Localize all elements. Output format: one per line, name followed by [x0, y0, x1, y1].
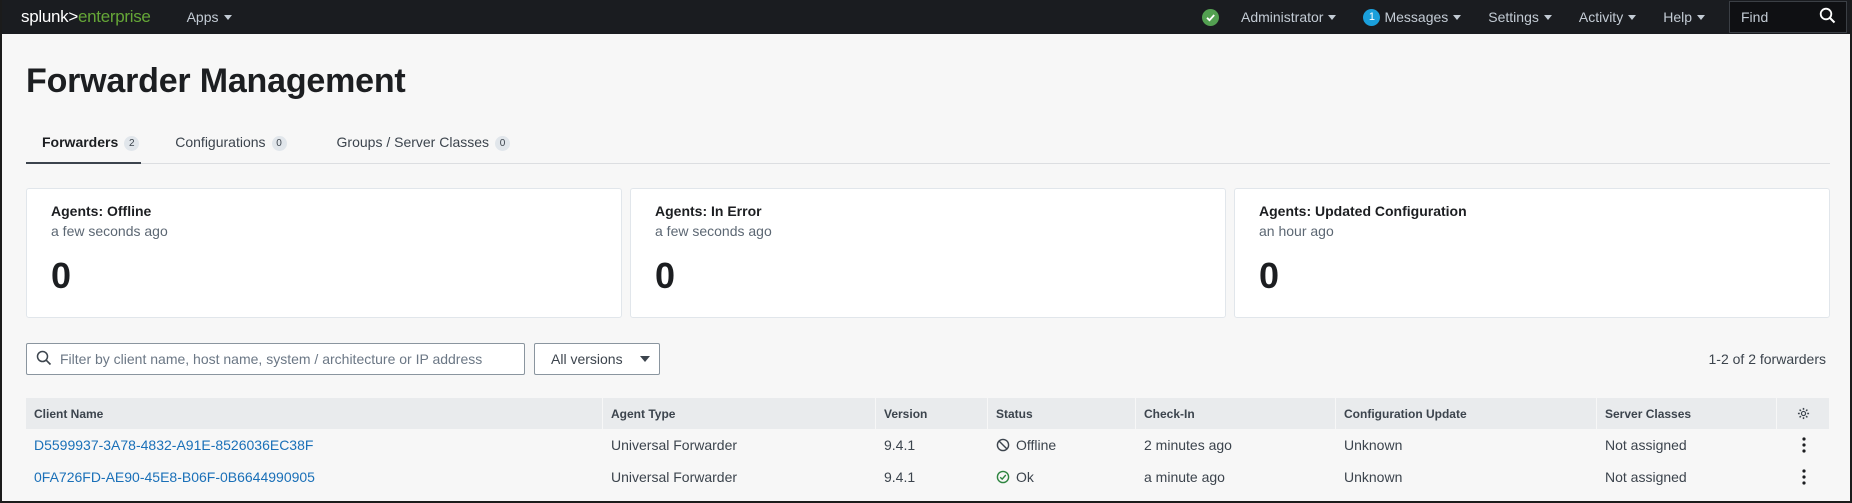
client-name-cell: D5599937-3A78-4832-A91E-8526036EC38F	[26, 429, 603, 461]
check-in-cell: 2 minutes ago	[1144, 437, 1232, 453]
column-header-configuration-update[interactable]: Configuration Update	[1336, 398, 1597, 429]
column-header-agent-type[interactable]: Agent Type	[603, 398, 876, 429]
messages-menu-label: Messages	[1384, 9, 1449, 25]
chevron-down-icon	[1328, 14, 1337, 20]
table-row: D5599937-3A78-4832-A91E-8526036EC38F Uni…	[26, 429, 1830, 461]
status-text: Ok	[1016, 469, 1034, 485]
card-agents-in-error: Agents: In Error a few seconds ago 0	[630, 188, 1226, 318]
status-cell: Offline	[988, 429, 1136, 461]
messages-menu[interactable]: 1 Messages	[1363, 8, 1462, 26]
ok-check-icon	[996, 470, 1010, 484]
check-in-cell: a minute ago	[1144, 469, 1225, 485]
table-row: 0FA726FD-AE90-45E8-B06F-0B6644990905 Uni…	[26, 461, 1830, 493]
tab-configurations[interactable]: Configurations 0	[159, 128, 302, 164]
page-title: Forwarder Management	[26, 62, 406, 100]
activity-menu[interactable]: Activity	[1578, 9, 1637, 25]
chevron-down-icon	[1697, 14, 1705, 20]
status-text: Offline	[1016, 437, 1057, 453]
agent-type-cell: Universal Forwarder	[611, 469, 738, 485]
tab-label: Forwarders	[42, 134, 119, 150]
messages-count-badge: 1	[1363, 8, 1381, 26]
tab-label: Configurations	[175, 134, 266, 150]
column-header-check-in[interactable]: Check-In	[1136, 398, 1336, 429]
config-update-cell: Unknown	[1344, 437, 1403, 453]
column-header-version[interactable]: Version	[876, 398, 988, 429]
card-value: 0	[51, 255, 72, 296]
tab-count-badge: 0	[271, 136, 287, 151]
tab-count-badge: 0	[495, 136, 511, 151]
versions-dropdown[interactable]: All versions	[534, 343, 660, 375]
app-frame: splunk> enterprise Apps Administrator 1 M…	[0, 0, 1852, 503]
tab-forwarders[interactable]: Forwarders 2	[26, 128, 142, 164]
forwarder-count: 1-2 of 2 forwarders	[1708, 351, 1827, 367]
chevron-down-icon	[1628, 14, 1637, 20]
table-settings-gear-icon[interactable]	[1777, 398, 1830, 429]
card-title: Agents: Updated Configuration	[1259, 203, 1467, 219]
table-header: Client Name Agent Type Version Status Ch…	[26, 398, 1830, 429]
splunk-logo[interactable]: splunk> enterprise	[2, 7, 151, 27]
status-cell: Ok	[988, 461, 1136, 493]
activity-menu-label: Activity	[1578, 9, 1624, 25]
tab-bar: Forwarders 2 Configurations 0 Groups / S…	[26, 128, 1830, 164]
card-value: 0	[1259, 255, 1280, 296]
settings-menu-label: Settings	[1488, 9, 1539, 25]
server-classes-cell: Not assigned	[1605, 437, 1687, 453]
stat-cards: Agents: Offline a few seconds ago 0 Agen…	[26, 188, 1830, 318]
top-nav-bar: splunk> enterprise Apps Administrator 1 M…	[2, 0, 1850, 34]
tab-label: Groups / Server Classes	[336, 134, 490, 150]
client-name-cell: 0FA726FD-AE90-45E8-B06F-0B6644990905	[26, 461, 603, 493]
tab-count-badge: 2	[124, 136, 140, 151]
version-cell: 9.4.1	[884, 437, 916, 453]
card-agents-offline: Agents: Offline a few seconds ago 0	[26, 188, 622, 318]
column-header-client-name[interactable]: Client Name	[26, 398, 603, 429]
client-name-link[interactable]: 0FA726FD-AE90-45E8-B06F-0B6644990905	[34, 469, 315, 485]
card-subtitle: a few seconds ago	[655, 223, 772, 239]
find-search-box[interactable]: Find	[1729, 1, 1847, 33]
chevron-down-icon	[1453, 14, 1462, 20]
client-name-link[interactable]: D5599937-3A78-4832-A91E-8526036EC38F	[34, 437, 313, 453]
card-title: Agents: In Error	[655, 203, 762, 219]
filter-input[interactable]	[60, 351, 524, 367]
row-actions-cell	[1777, 429, 1830, 461]
help-menu-label: Help	[1663, 9, 1692, 25]
search-icon[interactable]	[1819, 7, 1836, 27]
card-subtitle: a few seconds ago	[51, 223, 168, 239]
chevron-down-icon	[1543, 14, 1552, 20]
config-update-cell: Unknown	[1344, 469, 1403, 485]
apps-menu-label: Apps	[186, 9, 219, 25]
card-agents-updated-configuration: Agents: Updated Configuration an hour ag…	[1234, 188, 1830, 318]
user-menu-label: Administrator	[1240, 9, 1324, 25]
search-icon	[36, 350, 52, 369]
chevron-down-icon	[223, 14, 232, 20]
column-header-status[interactable]: Status	[988, 398, 1136, 429]
versions-dropdown-label: All versions	[551, 351, 623, 367]
card-title: Agents: Offline	[51, 203, 152, 219]
apps-menu[interactable]: Apps	[187, 9, 232, 25]
health-ok-icon[interactable]	[1201, 8, 1219, 26]
find-placeholder: Find	[1741, 9, 1769, 25]
card-subtitle: an hour ago	[1259, 223, 1334, 239]
offline-icon	[996, 438, 1010, 452]
more-actions-icon[interactable]	[1801, 437, 1806, 453]
settings-menu[interactable]: Settings	[1488, 9, 1552, 25]
forwarders-table: Client Name Agent Type Version Status Ch…	[26, 398, 1830, 493]
column-header-server-classes[interactable]: Server Classes	[1597, 398, 1777, 429]
card-value: 0	[655, 255, 676, 296]
version-cell: 9.4.1	[884, 469, 916, 485]
filter-box	[26, 343, 525, 375]
row-actions-cell	[1777, 461, 1830, 493]
more-actions-icon[interactable]	[1801, 469, 1806, 485]
agent-type-cell: Universal Forwarder	[611, 437, 738, 453]
user-menu[interactable]: Administrator	[1240, 9, 1337, 25]
server-classes-cell: Not assigned	[1605, 469, 1687, 485]
caret-down-icon	[639, 356, 650, 362]
help-menu[interactable]: Help	[1663, 9, 1705, 25]
tab-groups-server-classes[interactable]: Groups / Server Classes 0	[321, 128, 527, 164]
